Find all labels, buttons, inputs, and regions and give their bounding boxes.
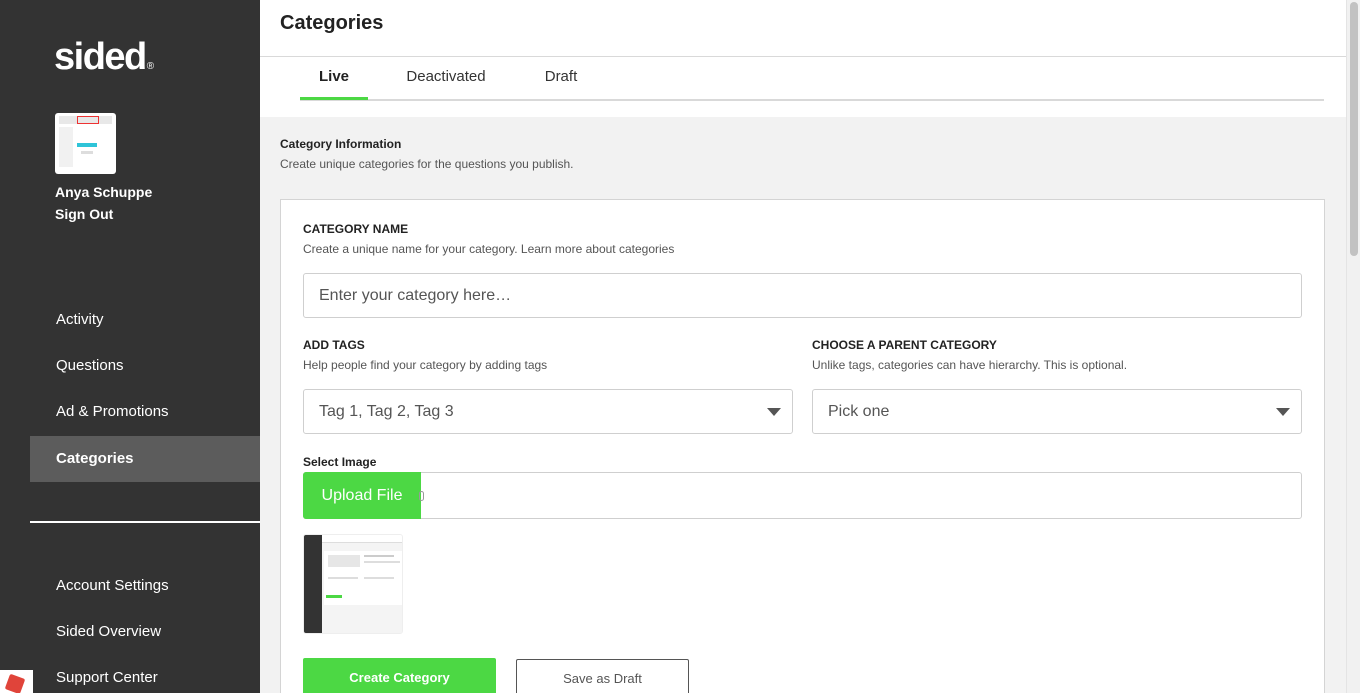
sided-logo[interactable]: sided® [54, 36, 154, 79]
tags-select-value: Tag 1, Tag 2, Tag 3 [319, 403, 454, 420]
tags-select[interactable]: Tag 1, Tag 2, Tag 3 [303, 389, 793, 434]
category-name-label: CATEGORY NAME [303, 222, 409, 236]
sidebar-item-support-center[interactable]: Support Center [30, 655, 260, 693]
save-as-draft-button[interactable]: Save as Draft [516, 659, 689, 693]
file-input-field[interactable] [303, 472, 1302, 519]
page-scrollbar[interactable] [1346, 0, 1360, 693]
sidebar-item-categories[interactable]: Categories [30, 436, 260, 482]
add-tags-hint: Help people find your category by adding… [303, 358, 548, 372]
sidebar-item-questions[interactable]: Questions [30, 343, 260, 389]
add-tags-label: ADD TAGS [303, 338, 365, 352]
sidebar-item-account-settings[interactable]: Account Settings [30, 563, 260, 609]
sidebar: sided® Anya Schuppe Sign Out Activity Qu… [0, 0, 260, 693]
sign-out-link[interactable]: Sign Out [55, 206, 113, 222]
chevron-down-icon [1276, 408, 1290, 416]
category-name-input[interactable] [303, 273, 1302, 318]
page-header: Categories [260, 0, 1346, 57]
user-name: Anya Schuppe [55, 184, 153, 200]
section-title: Category Information [280, 137, 402, 151]
parent-category-select-value: Pick one [828, 403, 890, 420]
tab-deactivated[interactable]: Deactivated [400, 57, 492, 100]
create-category-button[interactable]: Create Category [303, 658, 496, 693]
parent-category-hint: Unlike tags, categories can have hierarc… [812, 358, 1128, 372]
section-subtitle: Create unique categories for the questio… [280, 157, 574, 171]
upload-file-button[interactable]: Upload File [303, 472, 421, 519]
tab-live[interactable]: Live [300, 57, 368, 100]
avatar[interactable] [55, 113, 116, 174]
parent-category-label: CHOOSE A PARENT CATEGORY [812, 338, 997, 352]
parent-category-select[interactable]: Pick one [812, 389, 1302, 434]
sidebar-item-sided-overview[interactable]: Sided Overview [30, 609, 260, 655]
cursor-icon [419, 491, 424, 501]
tab-draft[interactable]: Draft [538, 57, 584, 100]
sidebar-item-activity[interactable]: Activity [30, 297, 260, 343]
app-badge-icon[interactable] [0, 670, 33, 693]
select-image-label: Select Image [303, 455, 377, 469]
image-preview-thumbnail [303, 534, 403, 634]
sidebar-item-ad-promotions[interactable]: Ad & Promotions [30, 389, 260, 435]
category-name-hint: Create a unique name for your category. … [303, 242, 675, 256]
scrollbar-thumb[interactable] [1350, 2, 1358, 256]
page-title: Categories [280, 12, 384, 34]
tab-bar: Live Deactivated Draft [260, 57, 1346, 117]
sidebar-divider [30, 521, 260, 523]
chevron-down-icon [767, 408, 781, 416]
